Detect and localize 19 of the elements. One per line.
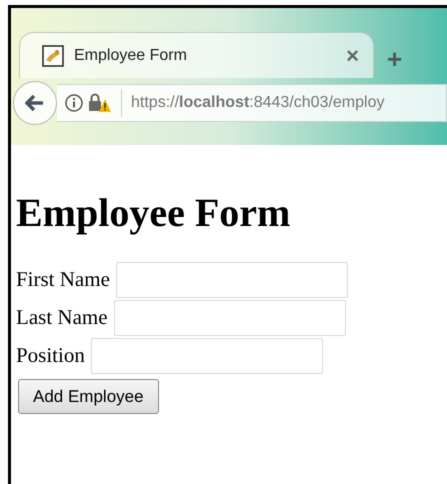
field-label: Last Name [16, 304, 108, 332]
warning-lock-icon [88, 93, 112, 113]
new-tab-button[interactable]: + [387, 40, 402, 79]
tab-title: Employee Form [74, 46, 188, 66]
info-icon [65, 94, 83, 112]
browser-tab[interactable]: Employee Form × [19, 32, 374, 78]
input-field[interactable] [116, 262, 348, 298]
input-field[interactable] [90, 338, 323, 374]
back-arrow-icon [25, 94, 45, 112]
input-field[interactable] [114, 300, 346, 336]
page-heading: Employee Form [16, 189, 292, 237]
close-tab-button[interactable]: × [346, 39, 359, 72]
url-text: https://localhost:8443/ch03/employ [131, 93, 384, 113]
field-label: Position [16, 342, 85, 370]
add-employee-button[interactable]: Add Employee [18, 379, 159, 414]
address-bar[interactable]: https://localhost:8443/ch03/employ [57, 84, 447, 122]
tab-favicon-icon [42, 44, 64, 66]
field-label: First Name [16, 266, 110, 294]
back-button[interactable] [13, 81, 57, 125]
